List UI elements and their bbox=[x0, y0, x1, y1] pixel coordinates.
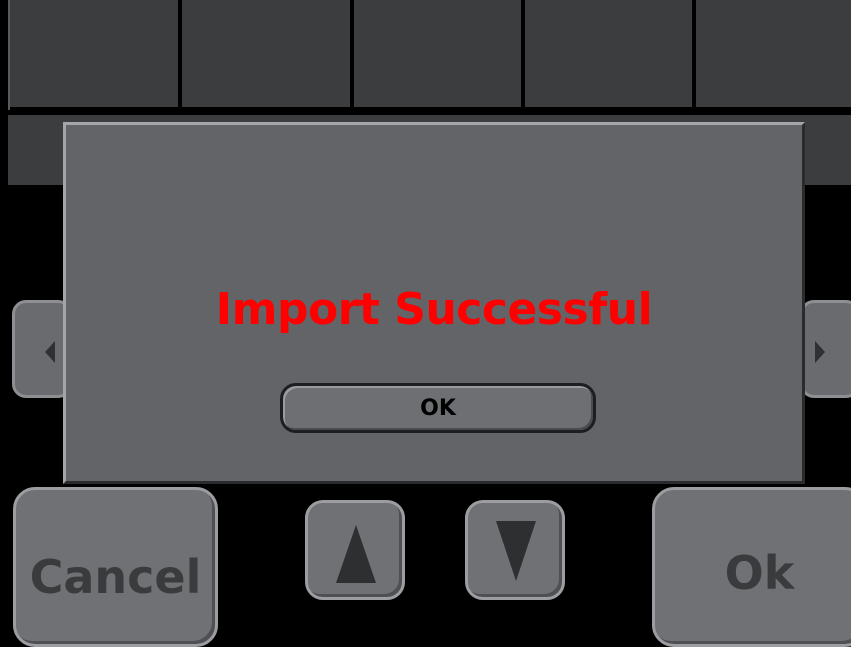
grid-cell bbox=[525, 0, 692, 107]
arrow-up-icon bbox=[336, 525, 376, 583]
ok-button-label: Ok bbox=[724, 546, 795, 600]
down-button[interactable] bbox=[465, 500, 565, 600]
dialog-ok-label: OK bbox=[420, 395, 456, 421]
cancel-button[interactable]: Cancel bbox=[13, 487, 218, 647]
grid-cell bbox=[696, 0, 851, 107]
dialog-message: Import Successful bbox=[215, 284, 653, 335]
grid-cell bbox=[182, 0, 350, 107]
ok-button[interactable]: Ok bbox=[652, 487, 851, 647]
scroll-right-button[interactable] bbox=[800, 300, 851, 398]
grid-cell bbox=[354, 0, 521, 107]
grid-cell bbox=[10, 0, 178, 107]
import-dialog: Import Successful OK bbox=[63, 122, 805, 484]
chevron-left-icon bbox=[45, 341, 55, 363]
up-button[interactable] bbox=[305, 500, 405, 600]
chevron-right-icon bbox=[815, 341, 825, 363]
arrow-down-icon bbox=[496, 521, 536, 581]
cancel-button-label: Cancel bbox=[29, 550, 202, 604]
dialog-ok-button[interactable]: OK bbox=[280, 383, 596, 433]
